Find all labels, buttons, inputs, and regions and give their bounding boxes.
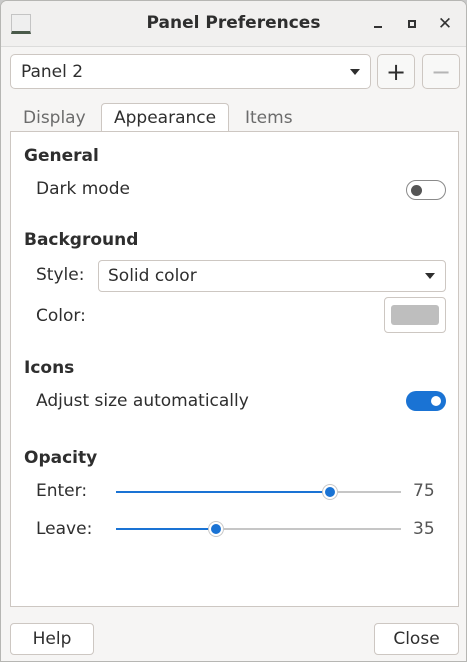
adjust-size-label: Adjust size automatically — [36, 391, 249, 411]
panel-select[interactable]: Panel 2 — [10, 54, 371, 89]
background-section-title: Background — [24, 230, 139, 250]
toggle-knob — [431, 396, 441, 406]
maximize-icon[interactable] — [401, 13, 423, 35]
slider-thumb[interactable] — [322, 485, 337, 499]
style-select-value: Solid color — [108, 266, 197, 286]
enter-opacity-slider[interactable] — [116, 485, 401, 499]
background-color-button[interactable] — [384, 297, 446, 333]
window-title: Panel Preferences — [146, 13, 321, 33]
chevron-down-icon — [350, 69, 360, 75]
slider-fill — [116, 491, 330, 493]
close-icon[interactable]: ✕ — [434, 13, 456, 35]
general-section-title: General — [24, 146, 99, 166]
enter-opacity-label: Enter: — [36, 481, 88, 501]
leave-opacity-slider[interactable] — [116, 522, 401, 536]
close-button[interactable]: Close — [374, 623, 459, 655]
chevron-down-icon — [425, 273, 435, 279]
appearance-tab-panel: General Dark mode Background Style: Soli… — [10, 131, 459, 607]
slider-thumb[interactable] — [208, 522, 223, 536]
color-label: Color: — [36, 306, 86, 326]
leave-opacity-label: Leave: — [36, 519, 93, 539]
icons-section-title: Icons — [24, 358, 75, 378]
dark-mode-label: Dark mode — [36, 179, 130, 199]
style-label: Style: — [36, 265, 85, 285]
add-panel-button[interactable]: + — [377, 54, 415, 89]
toggle-knob — [411, 185, 422, 196]
tab-items[interactable]: Items — [233, 104, 305, 133]
background-style-select[interactable]: Solid color — [98, 260, 446, 292]
help-button[interactable]: Help — [10, 623, 94, 655]
dark-mode-toggle[interactable] — [406, 180, 446, 200]
slider-fill — [116, 528, 216, 530]
remove-panel-button[interactable]: − — [422, 54, 460, 89]
minimize-icon[interactable] — [367, 13, 389, 35]
leave-opacity-value: 35 — [413, 519, 435, 539]
enter-opacity-value: 75 — [413, 481, 435, 501]
tab-display[interactable]: Display — [11, 104, 98, 133]
preferences-window: Panel Preferences ✕ Panel 2 + − Display … — [0, 0, 467, 662]
opacity-section-title: Opacity — [24, 448, 98, 468]
tab-appearance[interactable]: Appearance — [101, 103, 230, 132]
panel-select-value: Panel 2 — [21, 62, 84, 82]
adjust-size-toggle[interactable] — [406, 391, 446, 411]
title-bar: Panel Preferences ✕ — [1, 1, 466, 47]
color-swatch — [391, 305, 439, 325]
